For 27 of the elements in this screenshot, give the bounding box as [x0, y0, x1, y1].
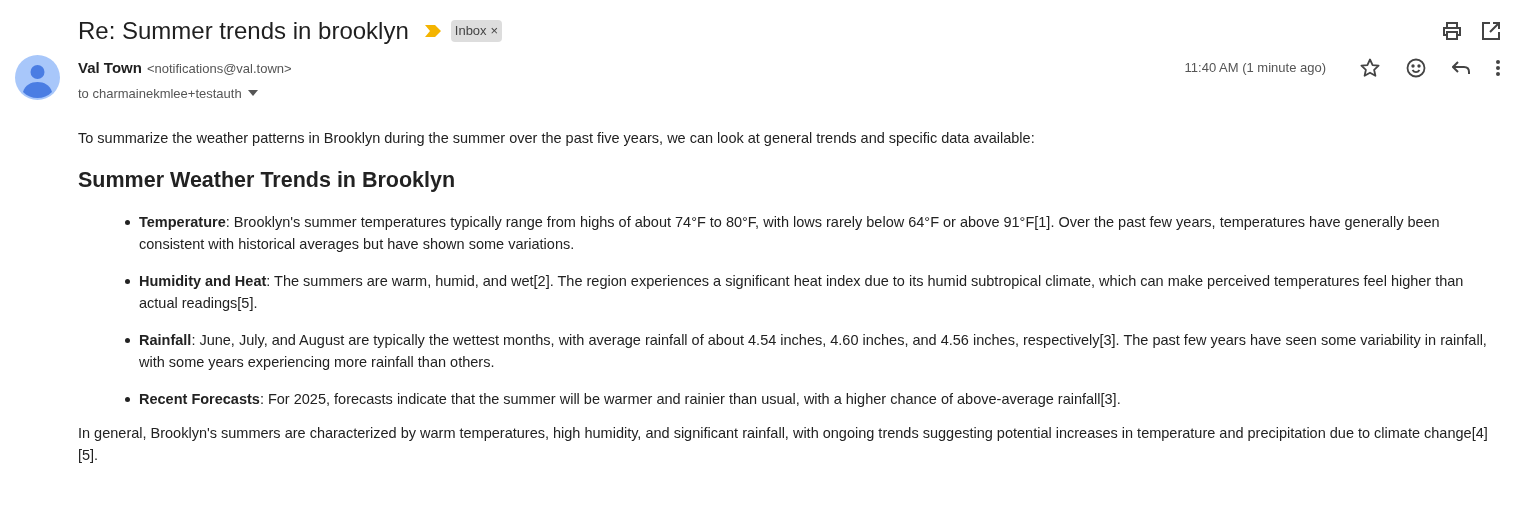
- bullet-icon: [125, 220, 130, 225]
- timestamp: 11:40 AM (1 minute ago): [1184, 59, 1326, 78]
- recipient-text: to charmainekmlee+testauth: [78, 84, 242, 103]
- bullet-icon: [125, 338, 130, 343]
- dropdown-caret-icon[interactable]: [247, 90, 258, 97]
- email-subject: Re: Summer trends in brooklyn: [78, 16, 409, 46]
- section-heading: Summer Weather Trends in Brooklyn: [78, 169, 457, 191]
- importance-marker-icon[interactable]: [424, 25, 441, 37]
- bullet-text: Temperature: Brooklyn's summer temperatures typically range from highs of about 74°F to 80°F, with lows rarely below 64°F or above 91°F[1]. Over the past few years, temperatures have generally been consistent with historical averages but have shown some variations.: [139, 213, 1441, 254]
- avatar-icon: [15, 55, 60, 100]
- emoji-icon[interactable]: [1406, 58, 1426, 78]
- paragraph: In general, Brooklyn's summers are characterized by warm temperatures, high humidity, and significant rainfall, with ongoing trends suggesting potential increases in temperature and precipitation due to climate change[4][5].: [78, 424, 1489, 465]
- remove-label-button[interactable]: ×: [490, 21, 499, 41]
- bullet-text: Humidity and Heat: The summers are warm, humid, and wet[2]. The region experiences a significant heat index due to its humid subtropical climate, which can make perceived temperatures feel higher than actual readings[5].: [139, 272, 1465, 313]
- bullet-icon: [125, 279, 130, 284]
- more-options-icon[interactable]: [1496, 60, 1500, 76]
- star-icon[interactable]: [1360, 58, 1380, 78]
- paragraph: To summarize the weather patterns in Brooklyn during the summer over the past five years, we can look at general trends and specific data available:: [78, 129, 1036, 148]
- bullet-text: Rainfall: June, July, and August are typically the wettest months, with average rainfall of about 4.54 inches, 4.60 inches, and 4.56 inches, respectively[3]. The past few years have seen some variability in rainfall, with some years experiencing more rainfall than others.: [139, 331, 1488, 372]
- print-icon[interactable]: [1442, 22, 1462, 40]
- bullet-icon: [125, 397, 130, 402]
- sender-email: <notifications@val.town>: [146, 60, 292, 78]
- sender-name: Val Town: [78, 58, 142, 78]
- open-in-new-window-icon[interactable]: [1482, 22, 1500, 40]
- bullet-text: Recent Forecasts: For 2025, forecasts indicate that the summer will be warmer and rainier than usual, with a higher chance of above-average rainfall[3].: [139, 390, 1121, 409]
- reply-icon[interactable]: [1452, 61, 1470, 75]
- label-chip: Inbox ×: [450, 20, 503, 42]
